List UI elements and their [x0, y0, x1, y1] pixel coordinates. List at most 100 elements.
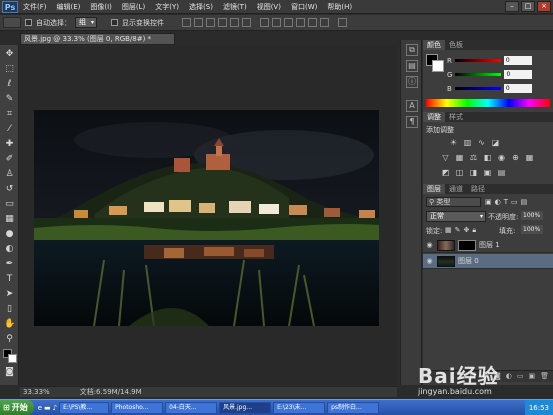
document-tab[interactable]: 风景.jpg @ 33.3% (图层 0, RGB/8#) * — [20, 33, 175, 45]
show-transform-checkbox[interactable] — [111, 19, 118, 26]
blend-mode-dropdown[interactable]: 正常 — [426, 211, 486, 222]
hue-saturation-icon[interactable]: ▦ — [455, 153, 464, 162]
eyedropper-tool-icon[interactable]: ⁄ — [4, 124, 15, 135]
healing-brush-tool-icon[interactable]: ✚ — [4, 139, 15, 150]
invert-icon[interactable]: ◩ — [441, 168, 450, 177]
gradient-map-icon[interactable]: ▤ — [497, 168, 506, 177]
distribute-right-icon[interactable] — [320, 18, 329, 27]
history-panel-icon[interactable]: ⧉ — [406, 44, 418, 56]
lock-all-icon[interactable]: 🔒︎ — [472, 226, 476, 235]
menu-help[interactable]: 帮助(H) — [322, 2, 357, 12]
blue-value-input[interactable]: 0 — [503, 84, 532, 93]
quick-select-tool-icon[interactable]: ✎ — [4, 94, 15, 105]
menu-layer[interactable]: 图层(L) — [117, 2, 150, 12]
rectangle-tool-icon[interactable]: ▯ — [4, 304, 15, 315]
gradient-tool-icon[interactable]: ▦ — [4, 214, 15, 225]
type-panel-icon[interactable]: A — [406, 100, 418, 112]
dodge-tool-icon[interactable]: ◐ — [4, 244, 15, 255]
distribute-bottom-icon[interactable] — [284, 18, 293, 27]
history-brush-tool-icon[interactable]: ↺ — [4, 184, 15, 195]
tab-paths[interactable]: 路径 — [467, 184, 489, 194]
channel-mixer-icon[interactable]: ⊕ — [511, 153, 520, 162]
info-panel-icon[interactable]: ⓘ — [406, 76, 418, 88]
fill-input[interactable]: 100% — [521, 225, 543, 234]
menu-image[interactable]: 图像(I) — [85, 2, 117, 12]
brightness-contrast-icon[interactable]: ☀ — [449, 138, 458, 147]
green-value-input[interactable]: 0 — [504, 70, 533, 79]
pen-tool-icon[interactable]: ✒ — [4, 259, 15, 270]
eye-icon[interactable]: ◉ — [425, 241, 434, 250]
maximize-button[interactable]: □ — [521, 1, 535, 12]
layer-name[interactable]: 图层 1 — [479, 240, 500, 250]
selective-color-icon[interactable]: ▣ — [483, 168, 492, 177]
color-balance-icon[interactable]: ⚖ — [469, 153, 478, 162]
adjustment-filter-icon[interactable]: ◐ — [495, 198, 501, 206]
crop-tool-icon[interactable]: ⌗ — [4, 109, 15, 120]
tab-color[interactable]: 颜色 — [423, 40, 445, 50]
start-button[interactable]: ⊞ 开始 — [0, 400, 34, 415]
taskbar-item[interactable]: Photosho... — [111, 401, 164, 414]
layer-row[interactable]: ◉ 图层 1 — [423, 238, 553, 253]
posterize-icon[interactable]: ◫ — [455, 168, 464, 177]
hand-tool-icon[interactable]: ✋ — [4, 319, 15, 330]
exposure-icon[interactable]: ◪ — [491, 138, 500, 147]
color-spectrum-bar[interactable] — [426, 99, 550, 107]
auto-select-checkbox[interactable] — [25, 19, 32, 26]
menu-edit[interactable]: 编辑(E) — [52, 2, 86, 12]
distribute-top-icon[interactable] — [260, 18, 269, 27]
lock-position-icon[interactable]: ✥ — [464, 226, 470, 235]
tab-adjustments[interactable]: 调整 — [423, 112, 445, 122]
blue-slider[interactable] — [454, 87, 501, 90]
curves-icon[interactable]: ∿ — [477, 138, 486, 147]
close-button[interactable]: × — [537, 1, 551, 12]
color-lookup-icon[interactable]: ▦ — [525, 153, 534, 162]
tray-clock[interactable]: 16:53 — [529, 404, 549, 412]
distribute-left-icon[interactable] — [296, 18, 305, 27]
distribute-middle-icon[interactable] — [272, 18, 281, 27]
taskbar-item[interactable]: 04-白天... — [165, 401, 218, 414]
move-tool-icon[interactable]: ✥ — [4, 49, 15, 60]
menu-select[interactable]: 选择(S) — [184, 2, 218, 12]
black-white-icon[interactable]: ◧ — [483, 153, 492, 162]
taskbar-item[interactable]: 风景.jpg... — [219, 401, 272, 414]
lock-image-icon[interactable]: ✎ — [455, 226, 461, 235]
red-slider[interactable] — [454, 59, 501, 62]
layer-kind-filter[interactable]: ⚲ 类型 — [426, 197, 481, 207]
levels-icon[interactable]: ▥ — [463, 138, 472, 147]
blur-tool-icon[interactable]: ● — [4, 229, 15, 240]
type-tool-icon[interactable]: T — [4, 274, 15, 285]
taskbar-item[interactable]: ps制作白... — [327, 401, 380, 414]
shape-filter-icon[interactable]: ▭ — [511, 198, 518, 206]
distribute-center-icon[interactable] — [308, 18, 317, 27]
threshold-icon[interactable]: ◨ — [469, 168, 478, 177]
align-center-icon[interactable] — [230, 18, 239, 27]
zoom-level[interactable]: 33.33% — [23, 388, 50, 396]
panel-background-swatch[interactable] — [432, 60, 444, 72]
layer-name[interactable]: 图层 0 — [458, 256, 479, 266]
media-icon[interactable]: ♪ — [53, 404, 57, 412]
vibrance-icon[interactable]: ▽ — [441, 153, 450, 162]
eye-icon[interactable]: ◉ — [425, 257, 434, 266]
photo-filter-icon[interactable]: ◉ — [497, 153, 506, 162]
brush-tool-icon[interactable]: ✐ — [4, 154, 15, 165]
path-selection-tool-icon[interactable]: ➤ — [4, 289, 15, 300]
align-bottom-icon[interactable] — [206, 18, 215, 27]
menu-file[interactable]: 文件(F) — [18, 2, 52, 12]
tab-swatches[interactable]: 色板 — [445, 40, 467, 50]
ie-icon[interactable]: e — [38, 404, 42, 412]
tab-styles[interactable]: 样式 — [445, 112, 467, 122]
folder-icon[interactable]: ▬ — [44, 404, 51, 412]
auto-align-icon[interactable] — [338, 18, 347, 27]
clone-stamp-tool-icon[interactable]: ♙ — [4, 169, 15, 180]
properties-panel-icon[interactable]: ▤ — [406, 60, 418, 72]
eraser-tool-icon[interactable]: ▭ — [4, 199, 15, 210]
menu-view[interactable]: 视图(V) — [252, 2, 286, 12]
lock-transparent-icon[interactable]: ▦ — [445, 226, 452, 235]
pixel-filter-icon[interactable]: ▣ — [485, 198, 492, 206]
align-middle-icon[interactable] — [194, 18, 203, 27]
lasso-tool-icon[interactable]: ℓ — [4, 79, 15, 90]
tab-channels[interactable]: 通道 — [445, 184, 467, 194]
align-left-icon[interactable] — [218, 18, 227, 27]
taskbar-item[interactable]: E:\23\未... — [273, 401, 326, 414]
tab-layers[interactable]: 图层 — [423, 184, 445, 194]
